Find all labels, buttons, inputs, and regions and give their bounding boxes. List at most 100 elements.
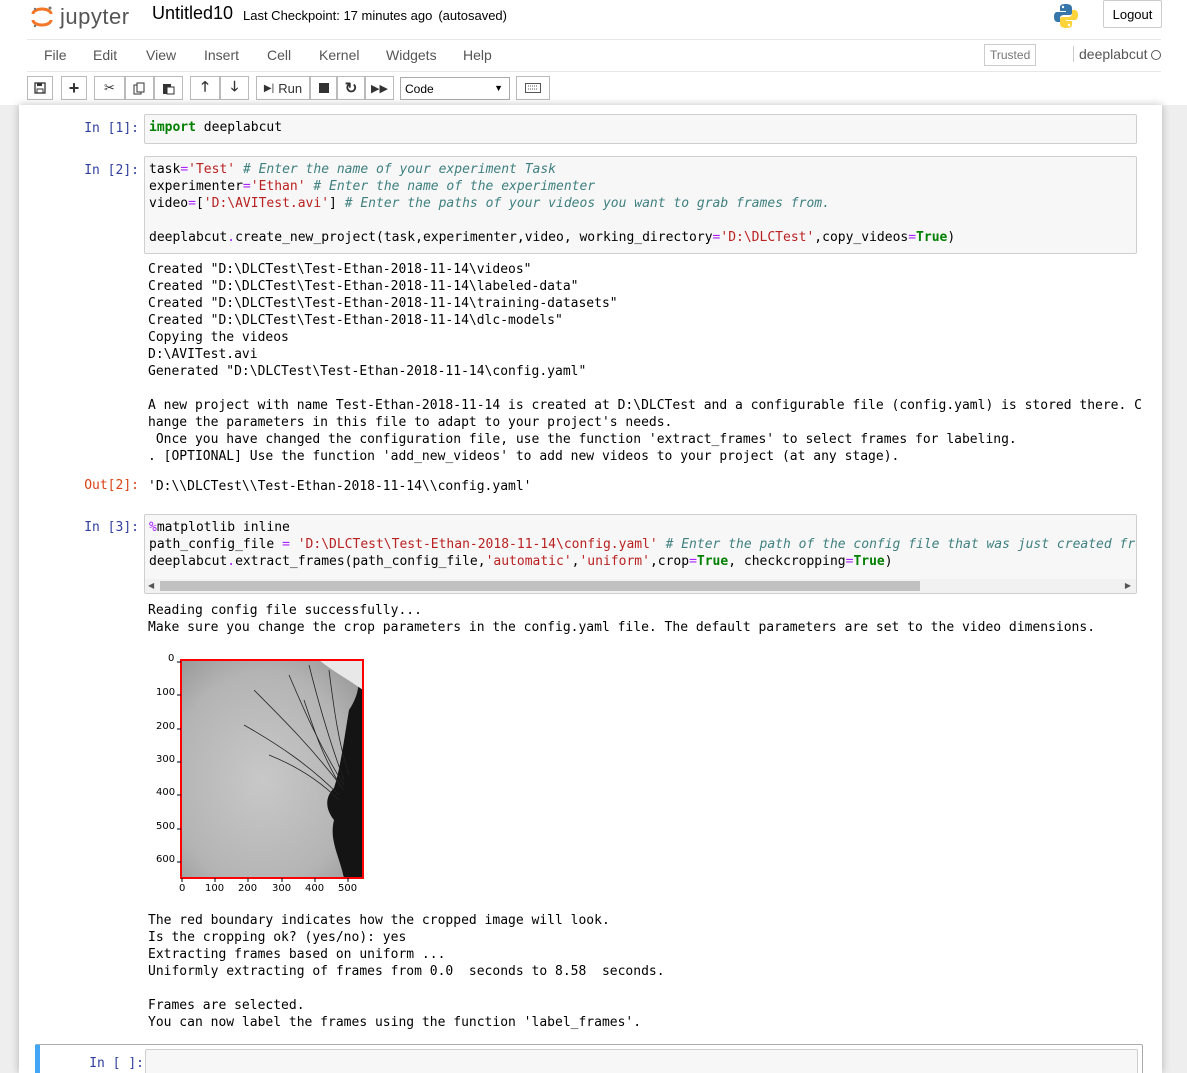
code-cell-input[interactable]: import deeplabcut bbox=[144, 114, 1137, 144]
code-text: import deeplabcut bbox=[149, 120, 283, 135]
cell-prompt: In [2]: bbox=[84, 163, 139, 178]
selected-code-cell[interactable]: In [ ]: bbox=[35, 1044, 1143, 1073]
trusted-indicator[interactable]: Trusted bbox=[984, 44, 1037, 66]
output-line: . [OPTIONAL] Use the function 'add_new_v… bbox=[148, 449, 900, 464]
output-line: Created "D:\DLCTest\Test-Ethan-2018-11-1… bbox=[148, 279, 579, 294]
crop-preview-plot: 0 100 200 300 400 500 600 0 100 200 300 … bbox=[144, 650, 374, 895]
output-line: You can now label the frames using the f… bbox=[148, 1015, 642, 1030]
output-prompt: Out[2]: bbox=[84, 478, 139, 493]
output-line: Uniformly extracting of frames from 0.0 … bbox=[148, 964, 665, 979]
output-line: Copying the videos bbox=[148, 330, 289, 345]
y-tick-label: 100 bbox=[156, 687, 176, 698]
jupyter-logo-text: jupyter bbox=[60, 4, 130, 29]
y-tick-label: 200 bbox=[156, 721, 176, 732]
menu-cell[interactable]: Cell bbox=[267, 47, 291, 63]
code-text: task='Test' # Enter the name of your exp… bbox=[149, 162, 956, 245]
menu-view[interactable]: View bbox=[146, 47, 176, 63]
jupyter-logo[interactable]: jupyter bbox=[30, 2, 130, 32]
menu-help[interactable]: Help bbox=[463, 47, 492, 63]
cell-output-stream: The red boundary indicates how the cropp… bbox=[148, 912, 665, 1031]
paste-icon bbox=[163, 83, 175, 94]
output-line: Created "D:\DLCTest\Test-Ethan-2018-11-1… bbox=[148, 262, 532, 277]
output-line: A new project with name Test-Ethan-2018-… bbox=[148, 398, 1142, 413]
cut-button[interactable]: ✂ bbox=[94, 76, 125, 100]
logout-button[interactable]: Logout bbox=[1103, 0, 1162, 28]
move-up-button[interactable]: 🡑 bbox=[190, 76, 220, 100]
menu-file[interactable]: File bbox=[44, 47, 67, 63]
arrow-down-icon: 🡓 bbox=[230, 78, 239, 94]
autosave-status: (autosaved) bbox=[438, 8, 507, 23]
notebook-header: jupyter Untitled10 Last Checkpoint: 17 m… bbox=[0, 0, 1187, 105]
cell-prompt: In [3]: bbox=[84, 520, 139, 535]
move-down-button[interactable]: 🡓 bbox=[220, 76, 249, 100]
cell-output-stream: Reading config file successfully... Make … bbox=[148, 602, 1095, 636]
output-blank-line bbox=[148, 980, 665, 997]
horizontal-scrollbar[interactable]: ◀ ▶ bbox=[145, 579, 1136, 593]
copy-icon bbox=[133, 82, 145, 94]
interrupt-kernel-button[interactable] bbox=[310, 76, 337, 100]
output-line: hange the parameters in this file to ada… bbox=[148, 415, 673, 430]
code-text: %matplotlib inline path_config_file = 'D… bbox=[149, 520, 1137, 569]
copy-button[interactable] bbox=[125, 76, 154, 100]
scissors-icon: ✂ bbox=[104, 80, 115, 95]
plus-icon: + bbox=[68, 78, 80, 98]
x-tick-label: 500 bbox=[338, 883, 358, 894]
notebook-name[interactable]: Untitled10 bbox=[152, 3, 233, 24]
y-tick-label: 500 bbox=[156, 821, 176, 832]
jupyter-logo-icon bbox=[30, 5, 54, 29]
save-button[interactable] bbox=[27, 76, 53, 100]
output-line: D:\AVITest.avi bbox=[148, 347, 258, 362]
keyboard-icon bbox=[525, 83, 541, 93]
scroll-left-icon[interactable]: ◀ bbox=[148, 581, 154, 590]
x-tick-label: 400 bbox=[305, 883, 325, 894]
output-line: Extracting frames based on uniform ... bbox=[148, 947, 446, 962]
menu-bar: File Edit View Insert Cell Kernel Widget… bbox=[27, 39, 1161, 72]
output-line: Make sure you change the crop parameters… bbox=[148, 620, 1096, 635]
restart-kernel-button[interactable]: ↻ bbox=[337, 76, 365, 100]
command-palette-button[interactable] bbox=[516, 76, 550, 100]
paste-button[interactable] bbox=[154, 76, 183, 100]
output-line: Frames are selected. bbox=[148, 998, 305, 1013]
kernel-idle-indicator-icon bbox=[1151, 50, 1161, 60]
stop-icon bbox=[318, 83, 329, 93]
arrow-up-icon: 🡑 bbox=[201, 78, 209, 94]
restart-run-all-button[interactable]: ▶▶ bbox=[365, 76, 394, 100]
y-tick-label: 600 bbox=[156, 854, 176, 865]
output-line: Created "D:\DLCTest\Test-Ethan-2018-11-1… bbox=[148, 313, 563, 328]
scrollbar-thumb[interactable] bbox=[160, 581, 920, 591]
menu-widgets[interactable]: Widgets bbox=[386, 47, 437, 63]
run-button[interactable]: ▶| Run bbox=[256, 76, 310, 100]
menu-insert[interactable]: Insert bbox=[204, 47, 239, 63]
x-tick-label: 0 bbox=[179, 883, 186, 894]
save-icon bbox=[34, 82, 46, 94]
cell-output-stream: Created "D:\DLCTest\Test-Ethan-2018-11-1… bbox=[148, 261, 1142, 465]
output-line: Created "D:\DLCTest\Test-Ethan-2018-11-1… bbox=[148, 296, 618, 311]
run-label: Run bbox=[278, 80, 303, 96]
step-forward-icon: ▶| bbox=[263, 82, 275, 94]
kernel-name[interactable]: deeplabcut bbox=[1073, 46, 1148, 62]
scroll-right-icon[interactable]: ▶ bbox=[1125, 581, 1131, 590]
checkpoint-text: Last Checkpoint: 17 minutes ago bbox=[243, 8, 433, 23]
output-line: Generated "D:\DLCTest\Test-Ethan-2018-11… bbox=[148, 364, 587, 379]
menu-kernel[interactable]: Kernel bbox=[319, 47, 359, 63]
dropdown-caret-icon: ▼ bbox=[494, 83, 503, 93]
plot-area bbox=[177, 659, 364, 882]
output-line: Reading config file successfully... bbox=[148, 603, 422, 618]
notebook-container: In [1]: import deeplabcut In [2]: task='… bbox=[19, 105, 1162, 1073]
output-value: 'D:\\DLCTest\\Test-Ethan-2018-11-14\\con… bbox=[148, 479, 532, 494]
output-line: Once you have changed the configuration … bbox=[148, 432, 1017, 447]
code-cell-input[interactable] bbox=[145, 1049, 1138, 1073]
fast-forward-icon: ▶▶ bbox=[371, 82, 388, 95]
code-cell-input[interactable]: task='Test' # Enter the name of your exp… bbox=[144, 156, 1137, 254]
y-tick-label: 400 bbox=[156, 787, 176, 798]
x-tick-label: 300 bbox=[272, 883, 292, 894]
python-logo-icon bbox=[1052, 2, 1080, 30]
cell-type-select[interactable]: Code ▼ bbox=[400, 77, 510, 100]
menu-edit[interactable]: Edit bbox=[93, 47, 117, 63]
y-tick-label: 300 bbox=[156, 754, 176, 765]
insert-cell-button[interactable]: + bbox=[61, 76, 87, 100]
x-tick-label: 200 bbox=[238, 883, 258, 894]
code-cell-input[interactable]: %matplotlib inline path_config_file = 'D… bbox=[144, 514, 1137, 594]
refresh-icon: ↻ bbox=[344, 80, 358, 97]
x-tick-label: 100 bbox=[205, 883, 225, 894]
